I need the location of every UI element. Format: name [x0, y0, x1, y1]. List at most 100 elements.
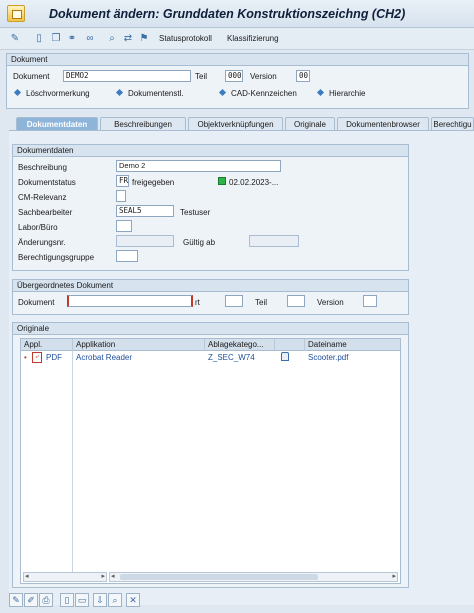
status-label: Dokumentstatus	[18, 178, 76, 187]
column-appl[interactable]: Appl.	[21, 339, 73, 351]
left-scrollbar[interactable]: ◂ ▸	[23, 572, 107, 582]
create-original-icon[interactable]: ▯	[60, 593, 74, 607]
originals-table: Appl. Applikation Ablagekatego... Datein…	[20, 338, 401, 584]
valid-from-label: Gültig ab	[183, 238, 216, 247]
status-text: freigegeben	[132, 178, 175, 187]
cad-indicator-link[interactable]: CAD-Kennzeichen	[218, 88, 297, 98]
document-bom-link[interactable]: Dokumentenstl.	[115, 88, 184, 98]
document-header-panel: Dokument Dokument DEMO2 Teil 000 Version…	[6, 53, 469, 109]
display-change-icon[interactable]: ✎	[9, 593, 23, 607]
document-label: Dokument	[13, 72, 50, 81]
superior-document-panel: Übergeordnetes Dokument Dokument rt Teil…	[12, 279, 409, 315]
tab-document-data[interactable]: Dokumentdaten	[16, 117, 98, 131]
diamond-icon	[13, 88, 22, 97]
link-icon[interactable]: ⚭	[66, 32, 78, 45]
superior-version-label: Version	[317, 298, 344, 307]
table-row[interactable]: • ⤶ PDF Acrobat Reader Z_SEC_W74 Scooter…	[21, 352, 400, 364]
document-field[interactable]: DEMO2	[63, 70, 191, 82]
change-number-field[interactable]	[116, 235, 174, 247]
tab-object-links[interactable]: Objektverknüpfungen	[188, 117, 283, 131]
column-storage-category[interactable]: Ablagekatego...	[205, 339, 275, 351]
print-icon[interactable]: ⎙	[39, 593, 53, 607]
clerk-label: Sachbearbeiter	[18, 208, 73, 217]
superior-part-label: Teil	[255, 298, 268, 307]
superior-document-field[interactable]	[67, 295, 193, 307]
window-title: Dokument ändern: Grunddaten Konstruktion…	[49, 7, 406, 21]
auth-group-field[interactable]	[116, 250, 138, 262]
hierarchy-link[interactable]: Hierarchie	[316, 88, 365, 98]
checkout-icon[interactable]: ⇩	[93, 593, 107, 607]
panel-title: Originale	[13, 323, 408, 335]
scroll-left-arrow-icon[interactable]: ◂	[25, 573, 29, 581]
part-field[interactable]: 000	[225, 70, 243, 82]
pencil-glasses-icon[interactable]: ✎	[9, 32, 21, 45]
column-lock[interactable]	[275, 339, 305, 351]
appl-cell: PDF	[46, 353, 62, 362]
version-field[interactable]: 00	[296, 70, 310, 82]
tab-originals[interactable]: Originale	[285, 117, 335, 131]
tab-strip: Dokumentdaten Beschreibungen Objektverkn…	[12, 117, 474, 131]
deletion-flag-link[interactable]: Löschvormerkung	[13, 88, 90, 98]
part-label: Teil	[195, 72, 208, 81]
panel-title: Dokumentdaten	[13, 145, 408, 157]
storage-cell: Z_SEC_W74	[208, 353, 255, 362]
delete-icon[interactable]: ✕	[126, 593, 140, 607]
hierarchy-icon[interactable]: ⚑	[138, 32, 150, 45]
edit-icon[interactable]: ✐	[24, 593, 38, 607]
valid-from-field[interactable]	[249, 235, 299, 247]
transfer-icon[interactable]: ⇄	[122, 32, 134, 45]
column-divider	[72, 351, 73, 573]
expand-bullet-icon[interactable]: •	[24, 353, 27, 362]
application-toolbar: ✎ ▯ ❐ ⚭ ∞ ⌕ ⇄ ⚑ Statusprotokoll Klassifi…	[0, 28, 474, 50]
tab-descriptions[interactable]: Beschreibungen	[100, 117, 186, 131]
auth-group-label: Berechtigungsgruppe	[18, 253, 95, 262]
change-number-label: Änderungsnr.	[18, 238, 66, 247]
filename-cell[interactable]: Scooter.pdf	[308, 353, 348, 362]
open-folder-icon[interactable]: ▭	[75, 593, 89, 607]
lab-office-label: Labor/Büro	[18, 223, 58, 232]
status-green-icon	[218, 177, 226, 185]
superior-type-label: rt	[195, 298, 200, 307]
binoculars-icon[interactable]: ∞	[84, 32, 96, 45]
diamond-icon	[218, 88, 227, 97]
status-date: 02.02.2023-...	[229, 178, 279, 187]
table-header: Appl. Applikation Ablagekatego... Datein…	[21, 339, 400, 351]
lab-office-field[interactable]	[116, 220, 132, 232]
clerk-name: Testuser	[180, 208, 211, 217]
tab-authorizations[interactable]: Berechtigu	[431, 117, 474, 131]
superior-version-field[interactable]	[363, 295, 377, 307]
cm-relevance-label: CM-Relevanz	[18, 193, 67, 202]
new-document-icon[interactable]: ▯	[33, 32, 45, 45]
copy-document-icon[interactable]: ❐	[50, 32, 62, 45]
description-label: Beschreibung	[18, 163, 67, 172]
cm-relevance-checkbox[interactable]	[116, 190, 126, 202]
column-application[interactable]: Applikation	[73, 339, 205, 351]
clerk-field[interactable]: SEAL5	[116, 205, 174, 217]
sap-menu-icon[interactable]	[7, 5, 25, 22]
description-field[interactable]: Demo 2	[116, 160, 281, 172]
horizontal-scrollbar[interactable]: ◂ ▸	[109, 572, 398, 582]
scroll-left-arrow-icon[interactable]: ◂	[111, 573, 115, 581]
diamond-icon	[316, 88, 325, 97]
tab-document-browser[interactable]: Dokumentenbrowser	[337, 117, 429, 131]
find-icon[interactable]: ⌕	[106, 32, 118, 45]
scroll-right-arrow-icon[interactable]: ▸	[101, 573, 105, 581]
superior-type-field[interactable]	[225, 295, 243, 307]
scroll-right-arrow-icon[interactable]: ▸	[392, 573, 396, 581]
document-data-panel: Dokumentdaten Beschreibung Demo 2 Dokume…	[12, 144, 409, 271]
pdf-icon: ⤶	[32, 352, 42, 363]
originals-panel: Originale Appl. Applikation Ablagekatego…	[12, 322, 409, 588]
diamond-icon	[115, 88, 124, 97]
status-code-field[interactable]: FR	[116, 175, 129, 187]
status-protocol-button[interactable]: Statusprotokoll	[159, 32, 212, 46]
superior-part-field[interactable]	[287, 295, 305, 307]
panel-title: Dokument	[7, 54, 468, 66]
column-filename[interactable]: Dateiname	[305, 339, 400, 351]
version-label: Version	[250, 72, 277, 81]
panel-title: Übergeordnetes Dokument	[13, 280, 408, 292]
lock-icon	[281, 352, 289, 361]
classification-button[interactable]: Klassifizierung	[227, 32, 279, 46]
scroll-thumb[interactable]	[120, 574, 318, 580]
superior-document-label: Dokument	[18, 298, 55, 307]
view-icon[interactable]: ⌕	[108, 593, 122, 607]
